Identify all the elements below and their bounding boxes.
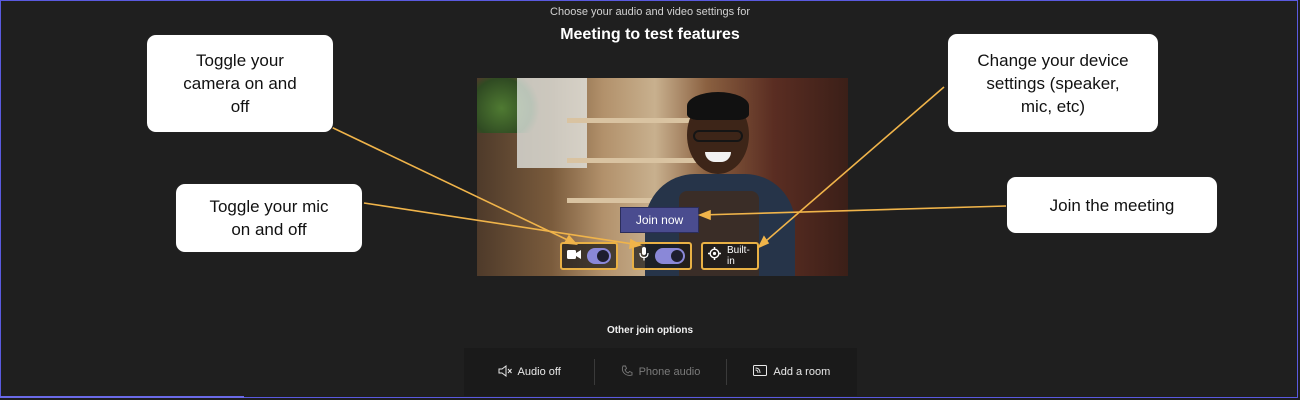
phone-icon [621, 365, 633, 380]
audio-off-label: Audio off [517, 366, 561, 378]
callout-mic-line: Toggle your mic [209, 197, 329, 216]
participant-glasses [693, 130, 743, 142]
page-subtitle: Choose your audio and video settings for [550, 6, 750, 18]
camera-toggle-group[interactable] [560, 242, 618, 270]
camera-toggle[interactable] [587, 248, 611, 264]
background-window [517, 78, 587, 168]
add-a-room-option[interactable]: Add a room [727, 365, 857, 379]
phone-audio-label: Phone audio [638, 366, 701, 378]
mic-toggle-group[interactable] [632, 242, 692, 270]
callout-device-line: mic, etc) [1020, 96, 1086, 116]
callout-camera-line: Toggle your [196, 51, 284, 70]
mic-toggle[interactable] [655, 248, 685, 264]
room-cast-icon [753, 365, 768, 379]
audio-off-option[interactable]: Audio off [464, 364, 594, 380]
microphone-icon [639, 246, 649, 266]
speaker-muted-icon [498, 364, 512, 380]
callout-join: Join the meeting [1006, 176, 1218, 234]
callout-device-line: settings (speaker, [986, 73, 1120, 93]
callout-mic: Toggle your mic on and off [175, 183, 363, 253]
callout-device-line: Change your device [977, 50, 1129, 70]
callout-camera-line: camera on and [183, 74, 297, 93]
other-join-options-title: Other join options [606, 325, 694, 336]
callout-join-line: Join the meeting [1049, 195, 1175, 215]
phone-audio-option[interactable]: Phone audio [595, 365, 725, 380]
add-a-room-label: Add a room [773, 366, 831, 378]
toggle-knob [671, 250, 683, 262]
callout-mic-line: on and off [231, 220, 307, 239]
other-join-options-bar: Audio off Phone audio Add a room [464, 348, 857, 396]
participant-hair [687, 92, 749, 120]
toggle-knob [597, 250, 609, 262]
callout-device-settings: Change your device settings (speaker, mi… [947, 33, 1159, 133]
progress-underline [0, 396, 244, 398]
join-now-button[interactable]: Join now [620, 207, 699, 233]
gear-icon [708, 247, 721, 265]
callout-camera: Toggle your camera on and off [146, 34, 334, 133]
callout-camera-line: off [230, 97, 250, 116]
camera-icon [567, 247, 581, 265]
device-settings-label: Built-in [727, 245, 750, 267]
device-settings-button[interactable]: Built-in [701, 242, 759, 270]
